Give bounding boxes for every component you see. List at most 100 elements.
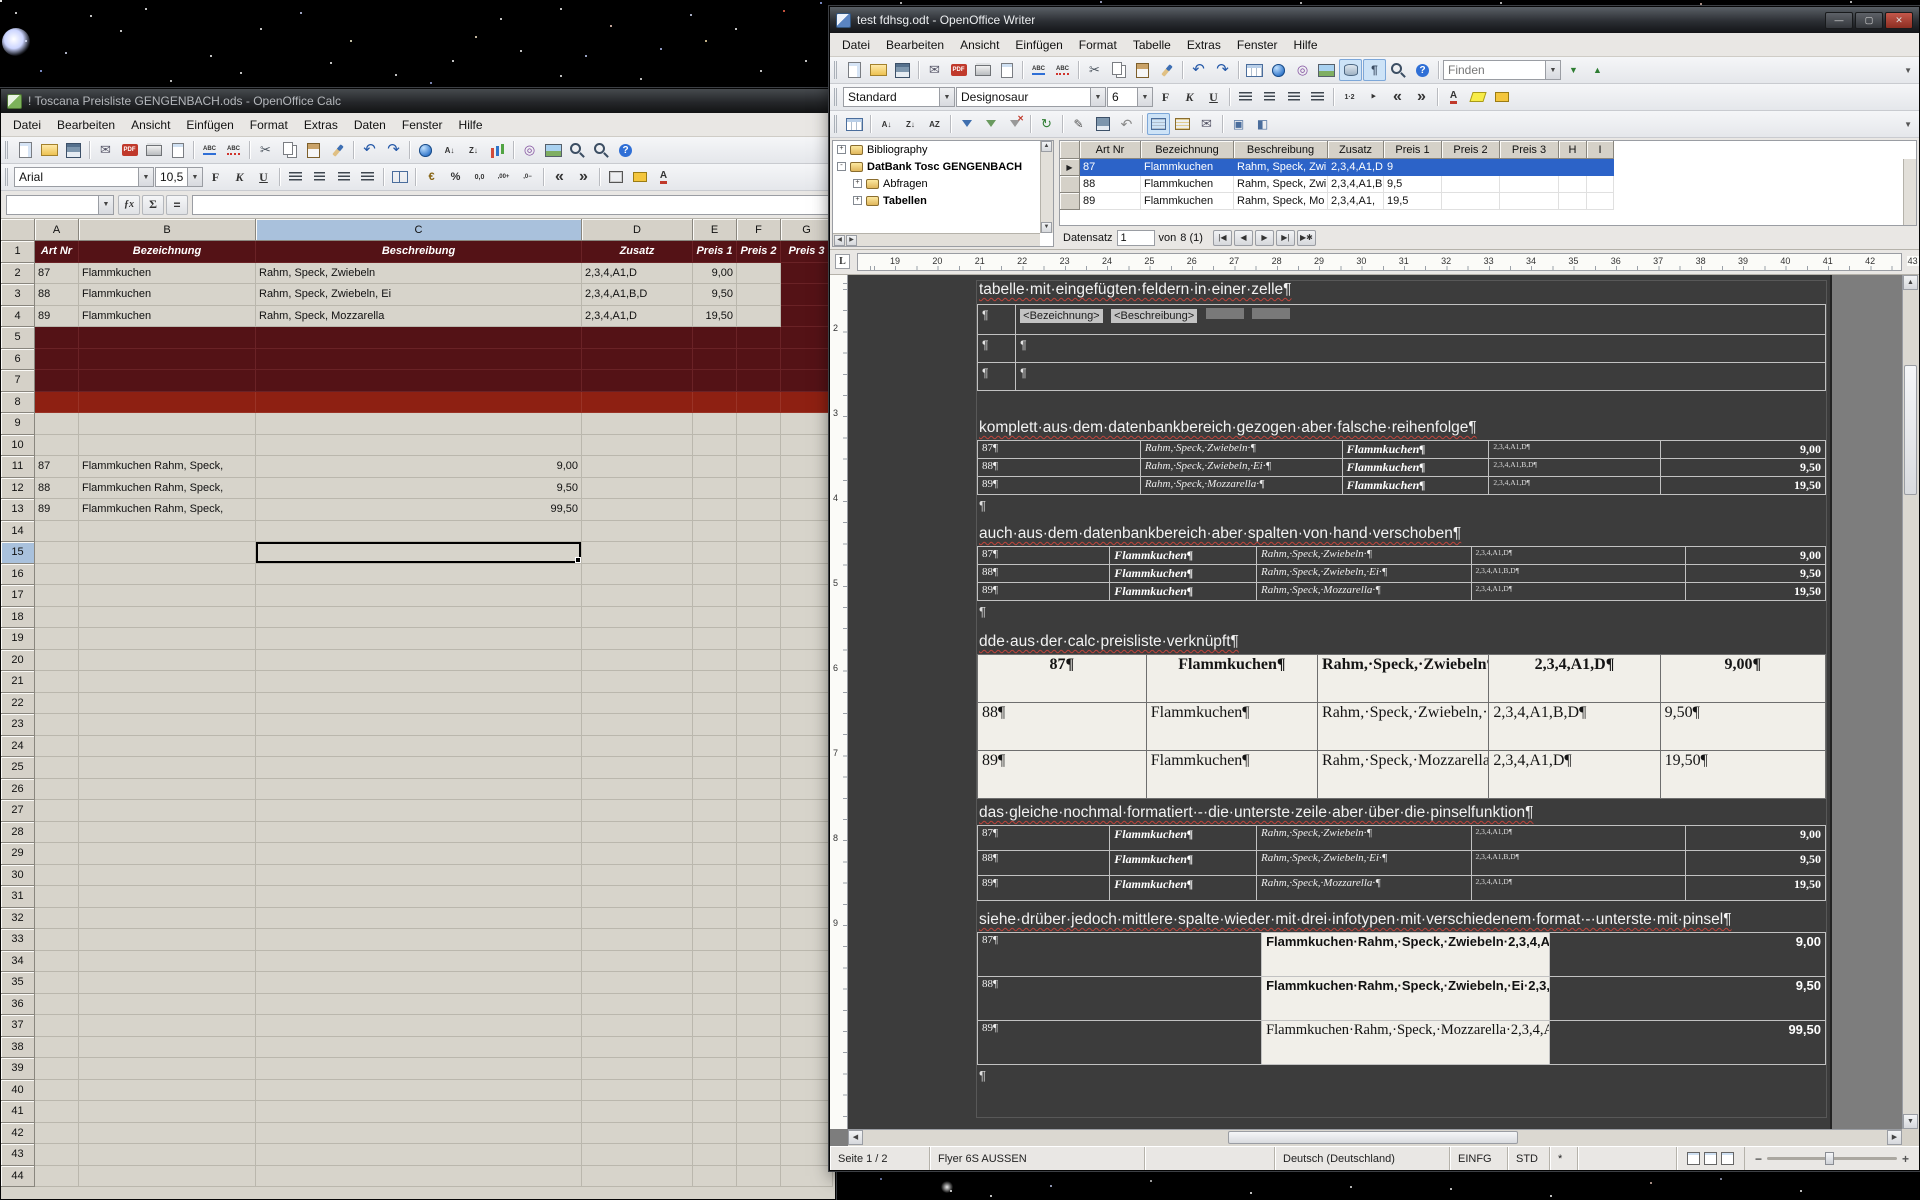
cell-D37[interactable] bbox=[582, 1015, 693, 1037]
cell-B36[interactable] bbox=[79, 994, 256, 1016]
standard-format-icon[interactable] bbox=[468, 166, 491, 188]
doc-table-cell[interactable]: 88¶ bbox=[978, 703, 1147, 751]
cell-D30[interactable] bbox=[582, 865, 693, 887]
doc-table-cell[interactable]: 2,3,4,A1,D¶ bbox=[1489, 751, 1660, 799]
toolbar-grip[interactable] bbox=[5, 168, 10, 186]
tree-item-tabellen[interactable]: +Tabellen bbox=[833, 192, 1053, 209]
row-header-31[interactable]: 31 bbox=[1, 886, 35, 908]
cell-G26[interactable] bbox=[781, 779, 833, 801]
first-record-button[interactable]: |◀ bbox=[1213, 230, 1232, 246]
db-cell[interactable] bbox=[1587, 176, 1614, 193]
cell-C32[interactable] bbox=[256, 908, 582, 930]
tree-expander-icon[interactable]: + bbox=[853, 196, 862, 205]
cell-C8[interactable] bbox=[256, 392, 582, 414]
doc-table-cell[interactable]: 88¶ bbox=[978, 851, 1110, 876]
cell-B31[interactable] bbox=[79, 886, 256, 908]
cell-A40[interactable] bbox=[35, 1080, 79, 1102]
row-header-16[interactable]: 16 bbox=[1, 564, 35, 586]
cell-C37[interactable] bbox=[256, 1015, 582, 1037]
cell-A16[interactable] bbox=[35, 564, 79, 586]
row-header-13[interactable]: 13 bbox=[1, 499, 35, 521]
font-name-combo[interactable]: Arial ▼ bbox=[14, 167, 154, 187]
row-header-37[interactable]: 37 bbox=[1, 1015, 35, 1037]
db-field-beschreibung[interactable]: <Beschreibung> bbox=[1111, 309, 1197, 323]
cell-D12[interactable] bbox=[582, 478, 693, 500]
doc-table-cell[interactable]: 89¶ bbox=[978, 751, 1147, 799]
cell-G38[interactable] bbox=[781, 1037, 833, 1059]
cell-C42[interactable] bbox=[256, 1123, 582, 1145]
status-insert-mode[interactable]: EINFG bbox=[1450, 1147, 1508, 1170]
db-cell[interactable]: 89 bbox=[1080, 193, 1141, 210]
cell-G33[interactable] bbox=[781, 929, 833, 951]
column-header-D[interactable]: D bbox=[582, 219, 693, 241]
bold-icon[interactable] bbox=[1154, 86, 1177, 108]
standard-filter-icon[interactable] bbox=[979, 113, 1002, 135]
cell-C31[interactable] bbox=[256, 886, 582, 908]
align-left-icon[interactable] bbox=[1234, 86, 1257, 108]
db-cell[interactable] bbox=[1559, 159, 1587, 176]
background-color-icon[interactable] bbox=[1490, 86, 1513, 108]
cell-A44[interactable] bbox=[35, 1166, 79, 1188]
db-cell[interactable] bbox=[1587, 193, 1614, 210]
horizontal-scrollbar[interactable]: ◀ ▶ bbox=[848, 1129, 1902, 1146]
cell-B3[interactable]: Flammkuchen bbox=[79, 284, 256, 306]
table-icon[interactable] bbox=[843, 113, 866, 135]
cell-B10[interactable] bbox=[79, 435, 256, 457]
redo-icon[interactable] bbox=[382, 139, 405, 161]
menu-daten[interactable]: Daten bbox=[346, 115, 394, 135]
doc-table-cell[interactable]: 2,3,4,A1,D¶ bbox=[1471, 876, 1686, 901]
cell-C26[interactable] bbox=[256, 779, 582, 801]
cell-A34[interactable] bbox=[35, 951, 79, 973]
cell-B19[interactable] bbox=[79, 628, 256, 650]
doc-table-cell[interactable]: Rahm,·Speck,·Zwiebeln·¶ bbox=[1256, 547, 1471, 565]
cell-B22[interactable] bbox=[79, 693, 256, 715]
cell-E7[interactable] bbox=[693, 370, 737, 392]
doc-table-cell[interactable]: Rahm,·Speck,·Zwiebeln,·Ei·¶ bbox=[1256, 851, 1471, 876]
cell-F9[interactable] bbox=[737, 413, 781, 435]
borders-icon[interactable] bbox=[604, 166, 627, 188]
cell-B42[interactable] bbox=[79, 1123, 256, 1145]
toolbar-grip[interactable] bbox=[834, 88, 839, 106]
cell-B30[interactable] bbox=[79, 865, 256, 887]
doc-table-cell[interactable]: Flammkuchen¶ bbox=[1110, 826, 1257, 851]
document-canvas[interactable]: tabelle·mit·eingefügten·feldern·in·einer… bbox=[848, 275, 1902, 1129]
db-field-faded[interactable] bbox=[1206, 308, 1244, 319]
db-cell[interactable]: 2,3,4,A1, bbox=[1328, 193, 1384, 210]
cell-E23[interactable] bbox=[693, 714, 737, 736]
scrollbar-thumb[interactable] bbox=[1228, 1131, 1518, 1144]
align-right-icon[interactable] bbox=[332, 166, 355, 188]
cell-G3[interactable] bbox=[781, 284, 833, 306]
row-header-29[interactable]: 29 bbox=[1, 843, 35, 865]
status-language[interactable]: Deutsch (Deutschland) bbox=[1275, 1147, 1450, 1170]
undo-icon[interactable] bbox=[358, 139, 381, 161]
bold-icon[interactable] bbox=[204, 166, 227, 188]
record-pointer[interactable] bbox=[1060, 176, 1080, 193]
cell-B20[interactable] bbox=[79, 650, 256, 672]
menu-einfügen[interactable]: Einfügen bbox=[1007, 35, 1070, 55]
cell-E9[interactable] bbox=[693, 413, 737, 435]
db-column-header-preis-2[interactable]: Preis 2 bbox=[1442, 141, 1500, 159]
paragraph[interactable]: siehe·drüber·jedoch·mittlere·spalte·wied… bbox=[979, 911, 1826, 929]
row-header-40[interactable]: 40 bbox=[1, 1080, 35, 1102]
cell-F29[interactable] bbox=[737, 843, 781, 865]
row-selector-header[interactable] bbox=[1060, 141, 1080, 159]
cell-A42[interactable] bbox=[35, 1123, 79, 1145]
cell-F25[interactable] bbox=[737, 757, 781, 779]
cell-A14[interactable] bbox=[35, 521, 79, 543]
cell-A30[interactable] bbox=[35, 865, 79, 887]
cell-F38[interactable] bbox=[737, 1037, 781, 1059]
cell-B29[interactable] bbox=[79, 843, 256, 865]
cell-F19[interactable] bbox=[737, 628, 781, 650]
cell-C43[interactable] bbox=[256, 1144, 582, 1166]
cell-C44[interactable] bbox=[256, 1166, 582, 1188]
cell-D27[interactable] bbox=[582, 800, 693, 822]
cell-G4[interactable] bbox=[781, 306, 833, 328]
cell-F40[interactable] bbox=[737, 1080, 781, 1102]
cell-A4[interactable]: 89 bbox=[35, 306, 79, 328]
db-cell[interactable] bbox=[1500, 176, 1559, 193]
table-cell[interactable]: ¶ bbox=[978, 335, 1016, 363]
cell-A31[interactable] bbox=[35, 886, 79, 908]
doc-table-cell[interactable]: 2,3,4,A1,D¶ bbox=[1471, 826, 1686, 851]
cell-D2[interactable]: 2,3,4,A1,D bbox=[582, 263, 693, 285]
cell-D34[interactable] bbox=[582, 951, 693, 973]
